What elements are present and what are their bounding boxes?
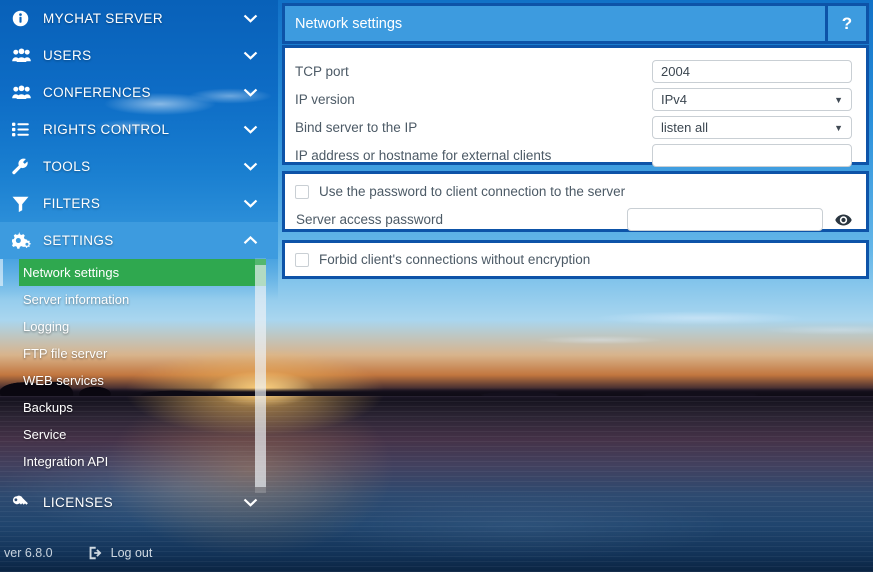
- sidebar-section-label: RIGHTS CONTROL: [43, 122, 170, 137]
- list-icon: [12, 120, 36, 140]
- server-password-input[interactable]: [627, 208, 823, 231]
- page-title: Network settings: [285, 6, 825, 41]
- sidebar-scrollbar-thumb[interactable]: [255, 265, 266, 487]
- sidebar-section-label: LICENSES: [43, 495, 113, 510]
- tcp-port-control: [652, 60, 852, 83]
- use-password-row: Use the password to client connection to…: [295, 181, 856, 202]
- ip-version-value: IPv4: [661, 92, 688, 107]
- sub-item-label: Integration API: [23, 454, 109, 469]
- chevron-down-icon[interactable]: [235, 498, 265, 507]
- tcp-port-label: TCP port: [295, 64, 349, 79]
- ip-version-label: IP version: [295, 92, 355, 107]
- field-row-tcp-port: TCP port: [295, 58, 852, 85]
- sidebar-item-web-services[interactable]: WEB services: [0, 367, 278, 394]
- sub-item-label: Network settings: [23, 265, 120, 280]
- bind-ip-value: listen all: [661, 120, 708, 135]
- users-group-icon: [12, 83, 36, 103]
- sub-item-label: FTP file server: [23, 346, 108, 361]
- chevron-up-icon[interactable]: [235, 236, 265, 245]
- sidebar-section-rights-control[interactable]: RIGHTS CONTROL: [0, 111, 278, 148]
- network-fields-panel: TCP port IP version IPv4 ▼ Bind server t…: [282, 45, 869, 167]
- sidebar-item-logging[interactable]: Logging: [0, 313, 278, 340]
- sub-item-label: Backups: [23, 400, 73, 415]
- encryption-panel: Forbid client's connections without encr…: [282, 240, 869, 279]
- field-row-ip-version: IP version IPv4 ▼: [295, 86, 852, 113]
- sidebar-section-label: FILTERS: [43, 196, 101, 211]
- forbid-unencrypted-checkbox[interactable]: [295, 252, 309, 267]
- sub-item-label: WEB services: [23, 373, 104, 388]
- logout-label: Log out: [110, 546, 153, 560]
- page-header-panel: Network settings ?: [282, 3, 869, 44]
- chevron-down-icon[interactable]: [235, 199, 265, 208]
- users-group-icon: [12, 46, 36, 66]
- sidebar-section-label: CONFERENCES: [43, 85, 151, 100]
- mychat-server-admin-window: MYCHAT SERVER USERS CONFERENCES RIGHTS C…: [0, 0, 873, 572]
- info-circle-icon: [12, 9, 36, 29]
- logout-icon: [89, 546, 102, 560]
- use-password-checkbox[interactable]: [295, 184, 309, 199]
- sidebar-section-label: TOOLS: [43, 159, 91, 174]
- sidebar-section-label: MYCHAT SERVER: [43, 11, 163, 26]
- sidebar-section-label: USERS: [43, 48, 92, 63]
- logout-button[interactable]: Log out: [89, 546, 153, 560]
- forbid-unencrypted-label: Forbid client's connections without encr…: [319, 252, 591, 267]
- sidebar-section-tools[interactable]: TOOLS: [0, 148, 278, 185]
- bind-ip-select[interactable]: listen all ▼: [652, 116, 852, 139]
- ip-version-control: IPv4 ▼: [652, 88, 852, 111]
- server-password-row: Server access password: [295, 206, 856, 233]
- use-password-label: Use the password to client connection to…: [319, 184, 626, 199]
- version-label: ver 6.8.0: [4, 546, 53, 560]
- sub-item-label: Server information: [23, 292, 130, 307]
- help-question-icon[interactable]: ?: [828, 6, 866, 41]
- chevron-down-icon: ▼: [834, 122, 843, 133]
- sidebar-section-conferences[interactable]: CONFERENCES: [0, 74, 278, 111]
- chevron-down-icon[interactable]: [235, 88, 265, 97]
- sub-item-label: Service: [23, 427, 67, 442]
- sidebar-nav: MYCHAT SERVER USERS CONFERENCES RIGHTS C…: [0, 0, 278, 521]
- field-row-external-host: IP address or hostname for external clie…: [295, 142, 852, 169]
- sidebar-section-mychat-server[interactable]: MYCHAT SERVER: [0, 0, 278, 37]
- ip-version-select[interactable]: IPv4 ▼: [652, 88, 852, 111]
- sidebar-footer: ver 6.8.0 Log out: [0, 534, 278, 572]
- bind-ip-control: listen all ▼: [652, 116, 852, 139]
- settings-submenu: Network settings Server information Logg…: [0, 259, 278, 475]
- sidebar-item-integration-api[interactable]: Integration API: [0, 448, 278, 475]
- eye-icon[interactable]: [830, 214, 856, 226]
- wrench-icon: [12, 157, 36, 177]
- bind-ip-label: Bind server to the IP: [295, 120, 418, 135]
- chevron-down-icon[interactable]: [235, 125, 265, 134]
- sidebar: MYCHAT SERVER USERS CONFERENCES RIGHTS C…: [0, 0, 278, 572]
- sidebar-section-filters[interactable]: FILTERS: [0, 185, 278, 222]
- funnel-icon: [12, 194, 36, 214]
- sidebar-item-service[interactable]: Service: [0, 421, 278, 448]
- chevron-down-icon: ▼: [834, 94, 843, 105]
- sub-item-label: Logging: [23, 319, 70, 334]
- sidebar-item-backups[interactable]: Backups: [0, 394, 278, 421]
- key-icon: [12, 493, 36, 513]
- sidebar-section-label: SETTINGS: [43, 233, 114, 248]
- external-host-input[interactable]: [652, 144, 852, 167]
- sidebar-item-server-information[interactable]: Server information: [0, 286, 278, 313]
- main-content: Network settings ? TCP port IP version I…: [278, 0, 873, 572]
- external-host-control: [652, 144, 852, 167]
- field-row-bind-ip: Bind server to the IP listen all ▼: [295, 114, 852, 141]
- chevron-down-icon[interactable]: [235, 51, 265, 60]
- chevron-down-icon[interactable]: [235, 14, 265, 23]
- sidebar-item-network-settings[interactable]: Network settings: [0, 259, 266, 286]
- tcp-port-input[interactable]: [652, 60, 852, 83]
- external-host-label: IP address or hostname for external clie…: [295, 148, 552, 163]
- server-password-label: Server access password: [296, 212, 444, 227]
- sidebar-item-ftp-file-server[interactable]: FTP file server: [0, 340, 278, 367]
- chevron-down-icon[interactable]: [235, 162, 265, 171]
- password-panel: Use the password to client connection to…: [282, 171, 869, 232]
- sidebar-section-settings[interactable]: SETTINGS: [0, 222, 278, 259]
- sidebar-section-users[interactable]: USERS: [0, 37, 278, 74]
- sidebar-section-licenses[interactable]: LICENSES: [0, 484, 278, 521]
- gears-icon: [12, 231, 36, 251]
